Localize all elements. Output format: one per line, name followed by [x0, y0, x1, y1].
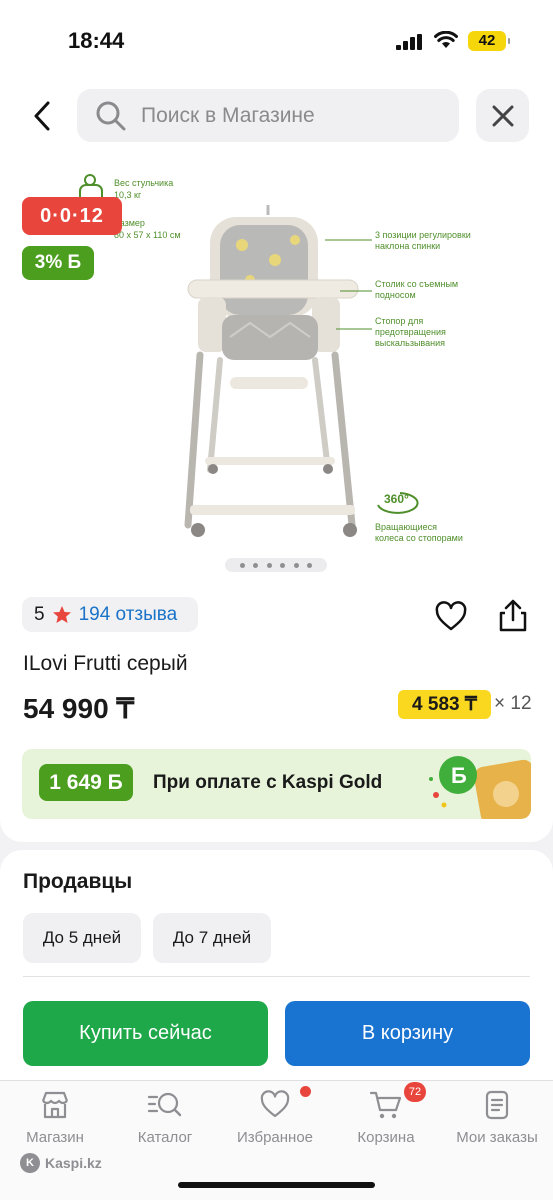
tab-favorites-label: Избранное: [236, 1129, 314, 1146]
heart-icon[interactable]: [434, 600, 468, 634]
search-input[interactable]: Поиск в Магазине: [77, 89, 459, 142]
heart-icon: [260, 1090, 290, 1118]
home-indicator[interactable]: [178, 1182, 375, 1188]
wifi-icon: [434, 31, 458, 48]
annotation-360: 360°: [384, 492, 409, 506]
sellers-title: Продавцы: [23, 870, 133, 893]
battery-indicator: 42: [468, 31, 510, 51]
star-icon: [52, 605, 71, 623]
kaspi-gold-card-icon: Б: [429, 756, 531, 819]
search-icon: [96, 101, 126, 131]
bonus-badge: 3% Б: [22, 246, 94, 280]
product-price: 54 990 ₸: [23, 693, 135, 724]
chevron-left-icon: [34, 101, 50, 131]
svg-text:Б: Б: [451, 763, 467, 788]
buy-now-button[interactable]: Купить сейчас: [23, 1001, 268, 1066]
signal-icon: [396, 34, 422, 50]
cart-count-badge: 72: [404, 1082, 426, 1102]
annotation-size-value: 80 x 57 x 110 см: [114, 230, 181, 240]
orders-icon: [485, 1090, 509, 1120]
gold-banner-text: При оплате с Kaspi Gold: [153, 772, 383, 793]
pagination-dot[interactable]: [253, 562, 259, 568]
tab-cart-label: Корзина: [357, 1129, 415, 1146]
store-icon: [41, 1091, 69, 1119]
highchair-illustration: [184, 205, 359, 537]
annotation-tray-1: Столик со съемным: [375, 279, 458, 289]
annotation-back-2: наклона спинки: [375, 241, 440, 251]
tab-catalog-label: Каталог: [137, 1129, 193, 1146]
annotation-stopper-1: Стопор для: [375, 316, 423, 326]
back-button[interactable]: [22, 94, 62, 138]
tab-shop-label: Магазин: [26, 1129, 84, 1146]
rating-value: 5: [34, 603, 45, 625]
annotation-weight-title: Вес стульчика: [114, 178, 173, 188]
kaspi-logo: K Kaspi.kz: [20, 1153, 102, 1173]
catalog-search-icon: [147, 1092, 182, 1117]
tab-favorites[interactable]: Избранное: [220, 1089, 330, 1146]
filter-chip-7-days[interactable]: До 7 дней: [153, 913, 271, 963]
favorites-notification-dot: [300, 1086, 311, 1097]
add-to-cart-button[interactable]: В корзину: [285, 1001, 530, 1066]
annotation-wheels-2: колеса со стопорами: [375, 533, 463, 543]
tab-orders[interactable]: Мои заказы: [442, 1089, 552, 1146]
filter-chip-5-days[interactable]: До 5 дней: [23, 913, 141, 963]
gold-bonus-badge: 1 649 Б: [39, 764, 133, 801]
timer-badge: 0·0·12: [22, 197, 122, 235]
close-icon: [492, 105, 513, 126]
search-placeholder: Поиск в Магазине: [141, 104, 315, 127]
annotation-tray-2: подносом: [375, 290, 416, 300]
gallery-pagination[interactable]: [225, 558, 327, 572]
pagination-dot[interactable]: [280, 562, 286, 568]
reviews-link[interactable]: 194 отзыва: [79, 604, 178, 626]
installment-price[interactable]: 4 583 ₸: [398, 690, 491, 719]
close-button[interactable]: [476, 89, 529, 142]
pagination-dot[interactable]: [266, 562, 272, 568]
annotation-back-1: 3 позиции регулировки: [375, 230, 471, 240]
tab-cart[interactable]: Корзина: [331, 1089, 441, 1146]
divider: [23, 976, 530, 977]
product-title: ILovi Frutti серый: [23, 652, 188, 675]
tab-catalog[interactable]: Каталог: [110, 1089, 220, 1146]
kaspi-logo-icon: K: [20, 1153, 40, 1173]
share-icon[interactable]: [496, 598, 530, 634]
sellers-section: Продавцы До 5 дней До 7 дней Купить сейч…: [0, 850, 553, 1080]
rating-chip[interactable]: 5 194 отзыва: [22, 597, 198, 632]
annotation-stopper-2: предотвращения: [375, 327, 446, 337]
installment-multiplier: × 12: [494, 693, 532, 714]
pagination-dot[interactable]: [239, 562, 245, 568]
status-time: 18:44: [68, 28, 125, 53]
tab-shop[interactable]: Магазин: [0, 1089, 110, 1146]
kaspi-gold-banner[interactable]: 1 649 Б При оплате с Kaspi Gold Б: [22, 749, 531, 819]
annotation-wheels-1: Вращающиеся: [375, 522, 437, 532]
tab-orders-label: Мои заказы: [456, 1129, 538, 1146]
pagination-dot[interactable]: [293, 562, 299, 568]
status-bar: 18:44 42: [0, 0, 553, 80]
pagination-dot[interactable]: [307, 562, 313, 568]
product-image[interactable]: Вес стульчика 10,3 кг Размер 80 x 57 x 1…: [70, 165, 490, 550]
annotation-stopper-3: выскальзывания: [375, 338, 445, 348]
cart-icon: [369, 1091, 402, 1119]
kaspi-logo-text: Kaspi.kz: [45, 1155, 102, 1171]
